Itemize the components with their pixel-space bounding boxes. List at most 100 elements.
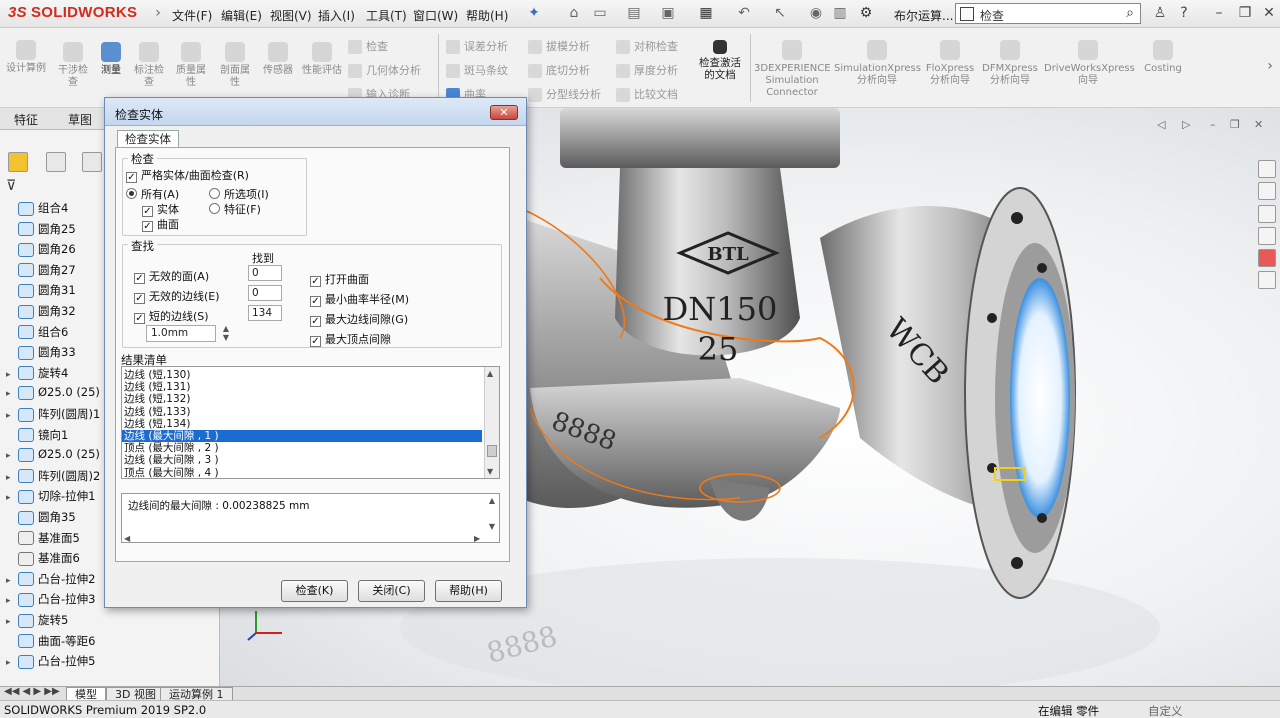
close-button[interactable]: 关闭(C) xyxy=(358,580,425,602)
tree-item[interactable]: 圆角33 xyxy=(6,344,76,364)
dimxpert-check-button[interactable]: 标注检查 xyxy=(130,42,168,89)
search-icon[interactable]: ⌕ xyxy=(1126,5,1134,21)
draft-analysis-tool[interactable]: 拔模分析 xyxy=(528,38,590,54)
dialog-close-button[interactable]: ✕ xyxy=(490,105,518,120)
zebra-stripes-tool[interactable]: 斑马条纹 xyxy=(446,62,508,78)
scroll-thumb[interactable] xyxy=(487,445,497,457)
expand-menu-icon[interactable]: › xyxy=(150,5,166,21)
result-row[interactable]: 边线 (短,130) xyxy=(124,369,190,381)
viewport-close-icon[interactable]: ✕ xyxy=(1254,118,1268,131)
tree-item[interactable]: 基准面6 xyxy=(6,550,80,570)
open-file-icon[interactable]: ▤ xyxy=(626,5,642,21)
floxpress-button[interactable]: FloXpress 分析向导 xyxy=(924,40,976,87)
invalid-faces-checkbox[interactable]: ✓ 无效的面(A) xyxy=(134,268,209,284)
result-row[interactable]: 边线 (最大间隙 , 3 ) xyxy=(124,454,219,466)
driveworksxpress-button[interactable]: DriveWorksXpress 向导 xyxy=(1044,40,1135,87)
tree-item[interactable]: 圆角35 xyxy=(6,509,76,529)
appearances-icon[interactable] xyxy=(1258,249,1276,267)
feature-tree-icon[interactable] xyxy=(8,152,28,172)
performance-evaluation-button[interactable]: 性能评估 xyxy=(302,42,342,77)
expand-arrow-icon[interactable]: ▸ xyxy=(6,411,18,421)
strict-check-checkbox[interactable]: ✓ 严格实体/曲面检查(R) xyxy=(126,167,249,183)
result-row[interactable]: 边线 (短,131) xyxy=(124,381,190,393)
menu-window[interactable]: 窗口(W) xyxy=(413,7,458,24)
options-gear-icon[interactable]: ⚙ xyxy=(858,5,874,21)
filter-icon[interactable]: ⊽ xyxy=(6,178,16,194)
print-icon[interactable]: ▦ xyxy=(698,5,714,21)
tree-item[interactable]: 圆角32 xyxy=(6,303,76,323)
deviation-analysis-tool[interactable]: 误差分析 xyxy=(446,38,508,54)
tree-item[interactable]: ▸ 切除-拉伸1 xyxy=(6,488,95,508)
thickness-analysis-tool[interactable]: 厚度分析 xyxy=(616,62,678,78)
sensor-button[interactable]: 传感器 xyxy=(258,42,298,77)
invalid-edges-checkbox[interactable]: ✓ 无效的边线(E) xyxy=(134,288,220,304)
geometry-analysis-tool[interactable]: 几何体分析 xyxy=(348,62,421,78)
max-vertex-gap-checkbox[interactable]: ✓ 最大顶点间隙 xyxy=(310,331,391,347)
select-icon[interactable]: ↖ xyxy=(772,5,788,21)
feature-radio[interactable]: 特征(F) xyxy=(209,201,261,217)
expand-arrow-icon[interactable]: ▸ xyxy=(6,473,18,483)
rebuild-icon[interactable]: ◉ xyxy=(808,5,824,21)
parting-line-analysis-tool[interactable]: 分型线分析 xyxy=(528,86,601,102)
expand-arrow-icon[interactable]: ▸ xyxy=(6,493,18,503)
scroll-up-icon[interactable]: ▲ xyxy=(487,369,493,378)
tree-item[interactable]: ▸ 旋转4 xyxy=(6,365,68,385)
tree-item[interactable]: ▸ Ø25.0 (25) xyxy=(6,447,100,467)
tree-item[interactable]: 圆角26 xyxy=(6,241,76,261)
section-properties-button[interactable]: 剖面属性 xyxy=(216,42,254,89)
dfmxpress-button[interactable]: DFMXpress 分析向导 xyxy=(980,40,1040,87)
3d-content-icon[interactable] xyxy=(1258,182,1276,200)
tree-item[interactable]: 组合4 xyxy=(6,200,68,220)
check-button[interactable]: 检查(K) xyxy=(281,580,348,602)
home-icon[interactable]: ⌂ xyxy=(566,5,582,21)
menu-tools[interactable]: 工具(T) xyxy=(366,7,407,24)
compare-documents-tool[interactable]: 比较文档 xyxy=(616,86,678,102)
design-study-button[interactable]: 设计算例 xyxy=(4,40,48,75)
expand-arrow-icon[interactable]: ▸ xyxy=(6,451,18,461)
scroll-down-icon[interactable]: ▼ xyxy=(487,467,493,476)
property-manager-icon[interactable] xyxy=(46,152,66,172)
pin-icon[interactable]: ✦ xyxy=(526,5,542,21)
spin-arrows-icon[interactable]: ▲ ▼ xyxy=(223,324,229,342)
detail-scroll-up-icon[interactable]: ▲ xyxy=(489,496,495,505)
tree-item[interactable]: ▸ 阵列(圆周)2 xyxy=(6,468,100,488)
menu-help[interactable]: 帮助(H) xyxy=(466,7,508,24)
tree-item[interactable]: 曲面-等距6 xyxy=(6,633,95,653)
expand-arrow-icon[interactable]: ▸ xyxy=(6,370,18,380)
min-curvature-checkbox[interactable]: ✓ 最小曲率半径(M) xyxy=(310,291,409,307)
menu-file[interactable]: 文件(F) xyxy=(172,7,212,24)
menu-view[interactable]: 视图(V) xyxy=(270,7,312,24)
tree-item[interactable]: ▸ Ø25.0 (25) xyxy=(6,385,100,405)
result-row[interactable]: 顶点 (最大间隙 , 2 ) xyxy=(124,442,219,454)
view-back-icon[interactable]: ◁ xyxy=(1157,118,1171,131)
expand-arrow-icon[interactable]: ▸ xyxy=(6,617,18,627)
results-list[interactable]: 边线 (短,130) 边线 (短,131) 边线 (短,132) 边线 (短,133)… xyxy=(121,366,500,479)
check-tool[interactable]: 检查 xyxy=(348,38,388,54)
undo-icon[interactable]: ↶ xyxy=(736,5,752,21)
tree-item[interactable]: ▸ 凸台-拉伸3 xyxy=(6,591,95,611)
expand-arrow-icon[interactable]: ▸ xyxy=(6,596,18,606)
search-input[interactable]: 检查 xyxy=(980,7,1004,24)
all-radio[interactable]: 所有(A) xyxy=(126,186,179,202)
expand-arrow-icon[interactable]: ▸ xyxy=(6,658,18,668)
result-row[interactable]: 边线 (短,134) xyxy=(124,418,190,430)
max-edge-gap-checkbox[interactable]: ✓ 最大边线间隙(G) xyxy=(310,311,408,327)
expand-arrow-icon[interactable]: ▸ xyxy=(6,389,18,399)
3dexperience-simulation-button[interactable]: 3DEXPERIENCE Simulation Connector xyxy=(754,40,831,99)
view-palette-icon[interactable] xyxy=(1258,227,1276,245)
interference-check-button[interactable]: 干涉检查 xyxy=(54,42,92,89)
home-view-icon[interactable] xyxy=(1258,160,1276,178)
new-file-icon[interactable]: ▭ xyxy=(592,5,608,21)
tree-item[interactable]: ▸ 凸台-拉伸5 xyxy=(6,653,95,673)
configuration-manager-icon[interactable] xyxy=(82,152,102,172)
expand-arrow-icon[interactable]: ▸ xyxy=(6,576,18,586)
save-icon[interactable]: ▣ xyxy=(660,5,676,21)
solid-checkbox[interactable]: ✓ 实体 xyxy=(142,201,179,217)
tree-item[interactable]: 圆角25 xyxy=(6,221,76,241)
custom-units[interactable]: 自定义 xyxy=(1148,703,1183,718)
result-row[interactable]: 顶点 (最大间隙 , 4 ) xyxy=(124,467,219,478)
tab-model[interactable]: 模型 xyxy=(66,687,106,701)
menu-edit[interactable]: 编辑(E) xyxy=(221,7,262,24)
surface-checkbox[interactable]: ✓ 曲面 xyxy=(142,216,179,232)
viewport-minimize-icon[interactable]: – xyxy=(1210,118,1224,131)
